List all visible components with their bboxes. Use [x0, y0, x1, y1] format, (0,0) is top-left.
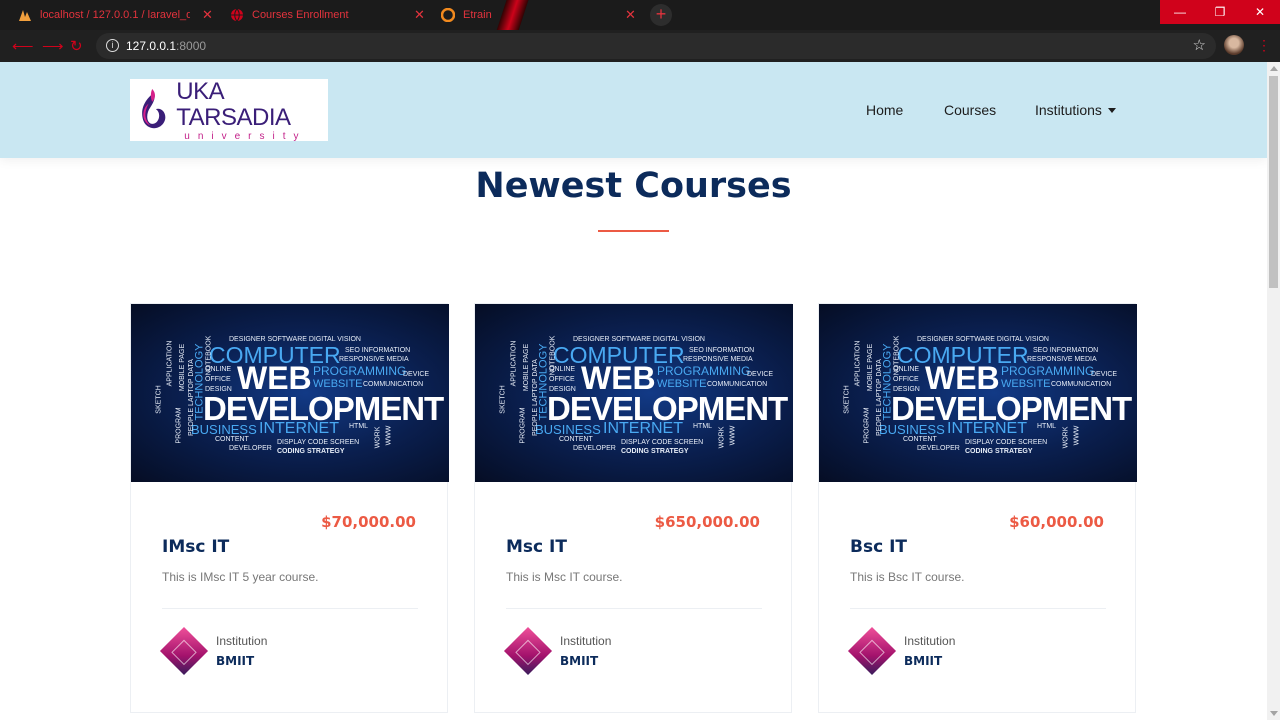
nav-home[interactable]: Home — [866, 102, 903, 118]
scrollbar-thumb[interactable] — [1269, 76, 1278, 288]
browser-tab-bar: localhost / 127.0.0.1 / laravel_demo ✕ C… — [0, 0, 1280, 30]
tab-title: localhost / 127.0.0.1 / laravel_demo — [40, 9, 190, 21]
profile-avatar[interactable] — [1224, 35, 1244, 55]
course-price: $60,000.00 — [1009, 513, 1104, 531]
phpmyadmin-icon — [18, 8, 32, 22]
forward-arrow-icon[interactable]: ⟶ — [42, 37, 64, 55]
site-logo[interactable]: UKA TARSADIA university — [130, 77, 328, 142]
course-card[interactable]: DESIGNER SOFTWARE DIGITAL VISION COMPUTE… — [818, 303, 1137, 713]
url-text: 127.0.0.1:8000 — [126, 39, 207, 53]
course-name[interactable]: Msc IT — [506, 537, 567, 557]
nav-courses[interactable]: Courses — [944, 102, 996, 118]
logo-subtitle: university — [184, 130, 307, 142]
course-image[interactable]: DESIGNER SOFTWARE DIGITAL VISION COMPUTE… — [819, 304, 1137, 482]
tab-close-icon[interactable]: ✕ — [414, 7, 425, 23]
globe-icon — [230, 8, 244, 22]
site-header: UKA TARSADIA university Home Courses Ins… — [0, 62, 1267, 158]
course-description: This is Msc IT course. — [506, 570, 623, 584]
minimize-window-button[interactable]: — — [1160, 0, 1200, 24]
caret-down-icon — [1107, 108, 1116, 113]
site-info-icon[interactable]: i — [106, 39, 119, 52]
browser-address-bar: ⟵ ⟶ ↻ i 127.0.0.1:8000 ☆ ⋮ — [0, 30, 1280, 62]
browser-tab-courses-enrollment[interactable]: Courses Enrollment ✕ — [218, 0, 437, 30]
title-underline — [598, 230, 669, 232]
restore-window-button[interactable]: ❐ — [1200, 0, 1240, 24]
tab-close-icon[interactable]: ✕ — [625, 7, 636, 23]
tab-title: Courses Enrollment — [252, 9, 349, 21]
institution-name[interactable]: BMIIT — [904, 654, 942, 668]
course-card[interactable]: DESIGNER SOFTWARE DIGITAL VISION COMPUTE… — [474, 303, 793, 713]
reload-icon[interactable]: ↻ — [70, 37, 83, 55]
tab-close-icon[interactable]: ✕ — [202, 7, 213, 23]
university-logo-icon — [142, 89, 166, 129]
course-image[interactable]: DESIGNER SOFTWARE DIGITAL VISION COMPUTE… — [475, 304, 793, 482]
course-price: $650,000.00 — [654, 513, 760, 531]
institution-logo-icon — [503, 626, 553, 676]
scroll-down-arrow-icon[interactable] — [1270, 711, 1278, 716]
card-divider — [506, 608, 762, 609]
institution-label: Institution — [216, 634, 268, 648]
browser-tab-etrain[interactable]: Etrain ✕ — [429, 0, 648, 30]
scroll-up-arrow-icon[interactable] — [1270, 66, 1278, 71]
browser-menu-icon[interactable]: ⋮ — [1257, 37, 1271, 54]
institution-logo-icon — [159, 626, 209, 676]
institution-logo-icon — [847, 626, 897, 676]
course-name[interactable]: Bsc IT — [850, 537, 907, 557]
web-page: UKA TARSADIA university Home Courses Ins… — [0, 62, 1267, 720]
course-name[interactable]: IMsc IT — [162, 537, 229, 557]
course-description: This is Bsc IT course. — [850, 570, 965, 584]
page-scrollbar[interactable] — [1267, 62, 1280, 720]
section-title: Newest Courses — [475, 166, 792, 206]
institution-name[interactable]: BMIIT — [216, 654, 254, 668]
institution-name[interactable]: BMIIT — [560, 654, 598, 668]
course-price: $70,000.00 — [321, 513, 416, 531]
tab-title: Etrain — [463, 9, 492, 21]
etrain-icon — [440, 7, 456, 23]
new-tab-button[interactable]: + — [650, 4, 672, 26]
institution-label: Institution — [560, 634, 612, 648]
institution-label: Institution — [904, 634, 956, 648]
back-arrow-icon[interactable]: ⟵ — [12, 37, 34, 55]
url-input[interactable]: i 127.0.0.1:8000 ☆ — [96, 33, 1216, 59]
close-window-button[interactable]: ✕ — [1240, 0, 1280, 24]
course-description: This is IMsc IT 5 year course. — [162, 570, 319, 584]
logo-name: UKA TARSADIA — [176, 77, 291, 131]
browser-tab-phpmyadmin[interactable]: localhost / 127.0.0.1 / laravel_demo ✕ — [6, 0, 225, 30]
card-divider — [162, 608, 418, 609]
course-image[interactable]: DESIGNER SOFTWARE DIGITAL VISION COMPUTE… — [131, 304, 449, 482]
bookmark-star-icon[interactable]: ☆ — [1193, 36, 1206, 54]
card-divider — [850, 608, 1106, 609]
nav-institutions-dropdown[interactable]: Institutions — [1035, 102, 1116, 118]
course-card[interactable]: DESIGNER SOFTWARE DIGITAL VISION COMPUTE… — [130, 303, 449, 713]
